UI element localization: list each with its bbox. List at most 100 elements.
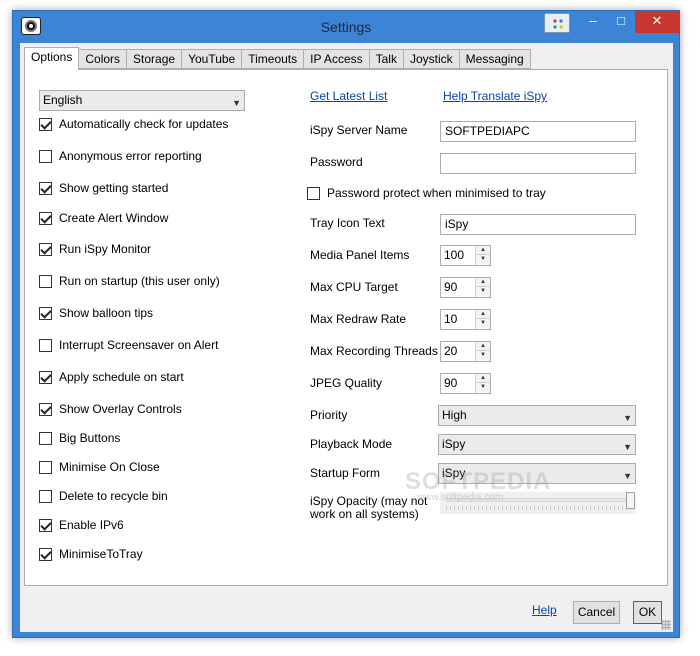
spinner-value: 20 (444, 344, 458, 358)
tab-youtube[interactable]: YouTube (182, 49, 243, 69)
option-checkbox-row[interactable]: Big Buttons (39, 431, 120, 445)
tab-talk[interactable]: Talk (369, 49, 404, 69)
tab-ip-access[interactable]: IP Access (304, 49, 370, 69)
option-checkbox-row[interactable]: Run on startup (this user only) (39, 274, 220, 288)
option-checkbox[interactable] (39, 149, 52, 163)
option-checkbox[interactable] (39, 489, 52, 503)
get-latest-list-link[interactable]: Get Latest List (310, 89, 387, 103)
option-checkbox[interactable] (39, 518, 52, 532)
help-link[interactable]: Help (532, 603, 557, 617)
tray-icon-text-input[interactable]: iSpy (440, 214, 636, 235)
startup-form-label: Startup Form (310, 466, 381, 480)
max-cpu-target-spinner[interactable]: 90 ▲ ▼ (440, 277, 491, 298)
spinner-up-icon[interactable]: ▲ (476, 310, 490, 319)
option-checkbox[interactable] (39, 274, 52, 288)
option-checkbox-row[interactable]: Enable IPv6 (39, 518, 124, 532)
option-checkbox[interactable] (39, 338, 52, 352)
chevron-down-icon: ▼ (623, 413, 632, 423)
maximize-button[interactable]: □ (607, 11, 635, 33)
option-checkbox-row[interactable]: Show Overlay Controls (39, 402, 182, 416)
option-checkbox[interactable] (39, 431, 52, 445)
tab-options[interactable]: Options (24, 47, 80, 70)
priority-select[interactable]: High ▼ (438, 405, 636, 426)
option-checkbox-row[interactable]: Automatically check for updates (39, 117, 228, 131)
option-checkbox-label: Run on startup (this user only) (59, 274, 220, 288)
color-grid-icon[interactable] (544, 13, 570, 33)
tab-joystick[interactable]: Joystick (403, 49, 460, 69)
slider-ticks (446, 506, 630, 510)
option-checkbox-label: Show balloon tips (59, 306, 154, 320)
spinner-down-icon[interactable]: ▼ (476, 255, 490, 264)
window-client-area: Options Colors Storage YouTube Timeouts … (20, 43, 673, 632)
chevron-down-icon: ▼ (623, 442, 632, 452)
close-button[interactable]: ✕ (635, 11, 679, 33)
option-checkbox-row[interactable]: Show getting started (39, 181, 168, 195)
opacity-label: iSpy Opacity (may not work on all system… (310, 495, 427, 521)
resize-grip-icon[interactable] (661, 620, 671, 630)
option-checkbox[interactable] (39, 547, 52, 561)
max-redraw-rate-spinner[interactable]: 10 ▲ ▼ (440, 309, 491, 330)
option-checkbox-label: Enable IPv6 (59, 518, 124, 532)
spinner-down-icon[interactable]: ▼ (476, 351, 490, 360)
spinner-up-icon[interactable]: ▲ (476, 278, 490, 287)
startup-form-select[interactable]: iSpy ▼ (438, 463, 636, 484)
option-checkbox-label: Interrupt Screensaver on Alert (59, 338, 219, 352)
ok-button[interactable]: OK (633, 601, 662, 624)
tab-timeouts[interactable]: Timeouts (242, 49, 305, 69)
option-checkbox[interactable] (39, 306, 52, 320)
chevron-down-icon: ▼ (232, 98, 241, 108)
option-checkbox[interactable] (39, 181, 52, 195)
opacity-label-line2: work on all systems) (310, 507, 419, 521)
option-checkbox-label: Delete to recycle bin (59, 489, 168, 503)
cancel-button[interactable]: Cancel (573, 601, 620, 624)
option-checkbox-label: Show Overlay Controls (59, 402, 182, 416)
playback-mode-select[interactable]: iSpy ▼ (438, 434, 636, 455)
option-checkbox-row[interactable]: Create Alert Window (39, 211, 168, 225)
tab-messaging[interactable]: Messaging (459, 49, 531, 69)
option-checkbox[interactable] (39, 242, 52, 256)
server-name-input[interactable]: SOFTPEDIAPC (440, 121, 636, 142)
option-checkbox-row[interactable]: Anonymous error reporting (39, 149, 202, 163)
password-input[interactable] (440, 153, 636, 174)
tab-colors[interactable]: Colors (79, 49, 128, 69)
max-recording-threads-spinner[interactable]: 20 ▲ ▼ (440, 341, 491, 362)
option-checkbox-label: Run iSpy Monitor (59, 242, 152, 256)
option-checkbox-row[interactable]: Show balloon tips (39, 306, 153, 320)
playback-mode-label: Playback Mode (310, 437, 393, 451)
media-panel-items-spinner[interactable]: 100 ▲ ▼ (440, 245, 491, 266)
tab-strip: Options Colors Storage YouTube Timeouts … (24, 47, 531, 70)
jpeg-quality-spinner[interactable]: 90 ▲ ▼ (440, 373, 491, 394)
spinner-up-icon[interactable]: ▲ (476, 374, 490, 383)
tab-storage[interactable]: Storage (127, 49, 183, 69)
spinner-up-icon[interactable]: ▲ (476, 342, 490, 351)
option-checkbox-row[interactable]: Minimise On Close (39, 460, 160, 474)
option-checkbox-row[interactable]: Apply schedule on start (39, 370, 184, 384)
option-checkbox[interactable] (39, 117, 52, 131)
option-checkbox-label: Minimise On Close (59, 460, 160, 474)
option-checkbox[interactable] (39, 460, 52, 474)
priority-select-value: High (442, 408, 467, 422)
option-checkbox-row[interactable]: Run iSpy Monitor (39, 242, 151, 256)
option-checkbox-row[interactable]: Delete to recycle bin (39, 489, 168, 503)
option-checkbox[interactable] (39, 211, 52, 225)
spinner-down-icon[interactable]: ▼ (476, 383, 490, 392)
help-translate-link[interactable]: Help Translate iSpy (443, 89, 547, 103)
option-checkbox[interactable] (39, 370, 52, 384)
opacity-slider[interactable] (440, 492, 636, 514)
slider-track (446, 498, 630, 502)
title-bar[interactable]: Settings – □ ✕ (13, 11, 679, 43)
spinner-up-icon[interactable]: ▲ (476, 246, 490, 255)
chevron-down-icon: ▼ (623, 471, 632, 481)
media-panel-items-label: Media Panel Items (310, 248, 410, 262)
spinner-down-icon[interactable]: ▼ (476, 287, 490, 296)
slider-thumb[interactable] (626, 492, 635, 509)
password-protect-checkbox-row[interactable]: Password protect when minimised to tray (307, 186, 546, 200)
option-checkbox[interactable] (39, 402, 52, 416)
password-protect-checkbox[interactable] (307, 186, 320, 200)
option-checkbox-row[interactable]: Interrupt Screensaver on Alert (39, 338, 218, 352)
language-select[interactable]: English ▼ (39, 90, 245, 111)
minimize-button[interactable]: – (579, 11, 607, 33)
spinner-down-icon[interactable]: ▼ (476, 319, 490, 328)
option-checkbox-row[interactable]: MinimiseToTray (39, 547, 143, 561)
server-name-label: iSpy Server Name (310, 123, 408, 137)
